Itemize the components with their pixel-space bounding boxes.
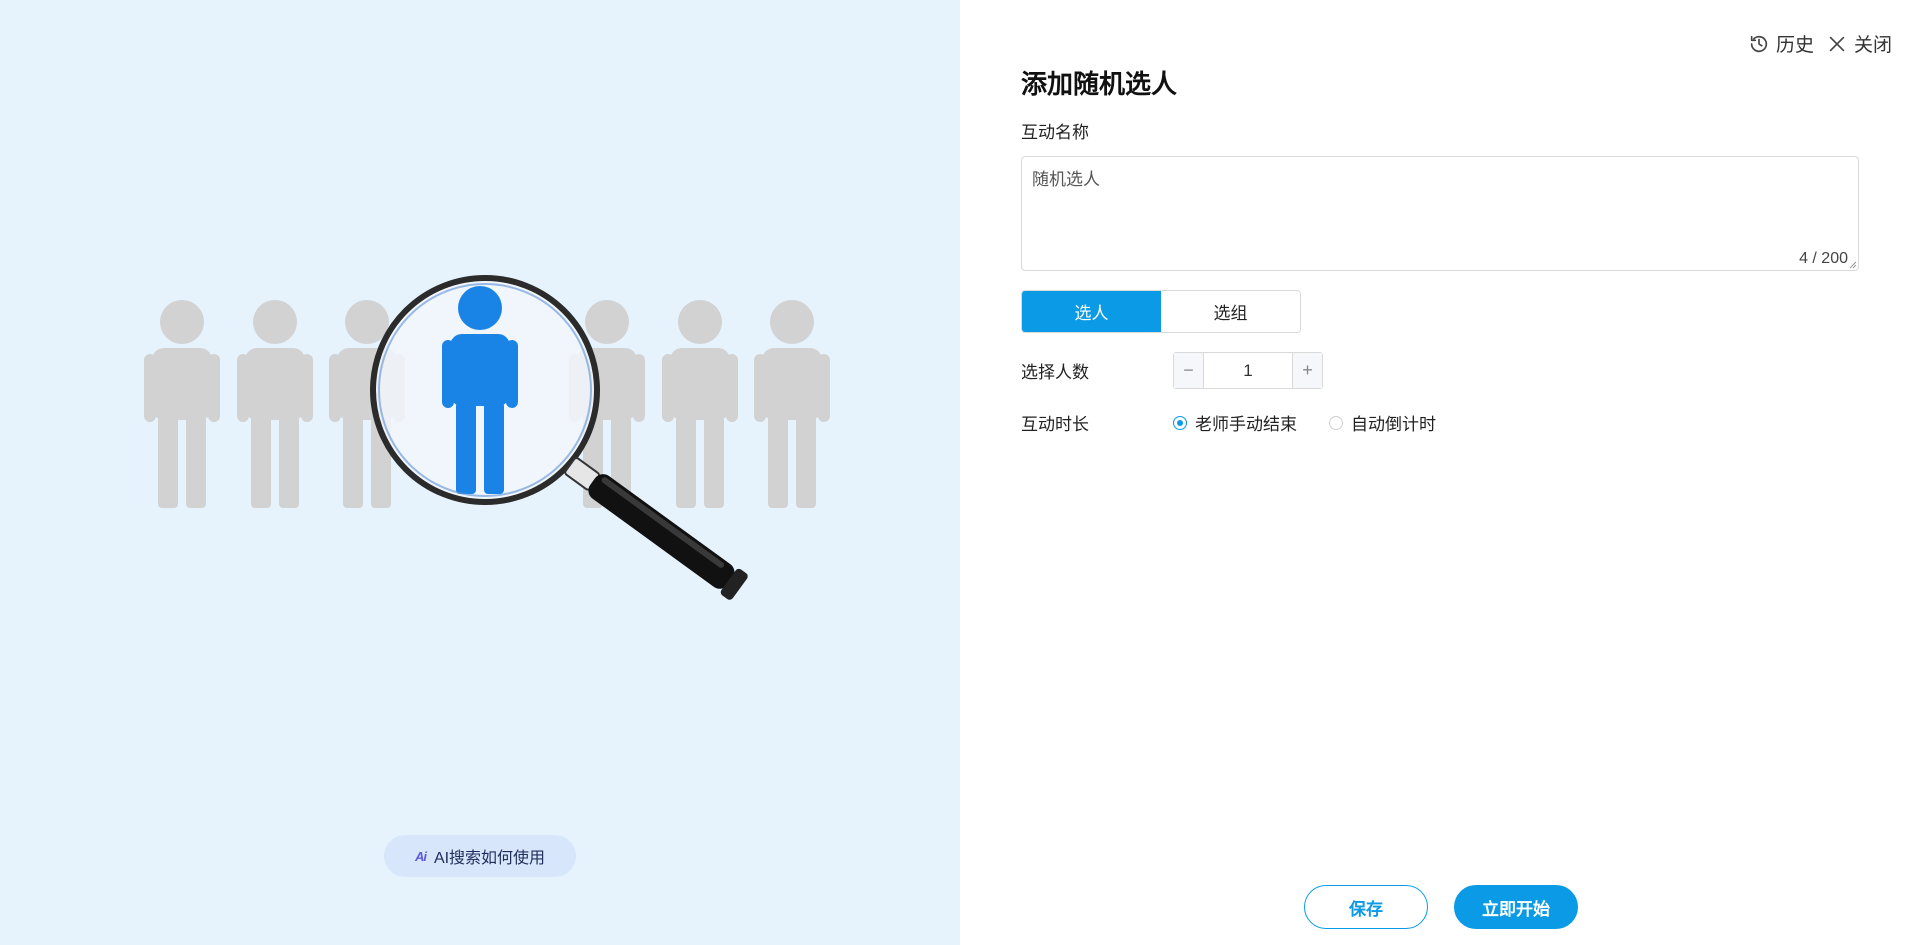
interaction-name-input[interactable]: 随机选人	[1032, 165, 1832, 255]
close-label: 关闭	[1853, 35, 1892, 56]
ai-help-label: AI搜索如何使用	[433, 850, 546, 867]
pick-count-input[interactable]: 1	[1204, 353, 1292, 388]
radio-auto-countdown-label: 自动倒计时	[1351, 415, 1436, 434]
resize-handle-icon[interactable]	[1849, 261, 1857, 269]
duration-label: 互动时长	[1021, 415, 1089, 434]
radio-auto-countdown[interactable]: 自动倒计时	[1329, 410, 1436, 435]
close-button[interactable]: 关闭	[1826, 30, 1892, 57]
radio-manual-end-label: 老师手动结束	[1195, 415, 1297, 434]
mode-tabs: 选人 选组	[1021, 290, 1301, 333]
radio-checked-icon	[1173, 415, 1187, 430]
ai-icon: Ai	[414, 848, 427, 864]
footer-buttons: 保存 立即开始	[1304, 885, 1578, 929]
illustration-panel: Ai AI搜索如何使用	[0, 0, 960, 945]
minus-icon: −	[1183, 360, 1194, 380]
top-actions: 历史 关闭	[1748, 30, 1892, 57]
duration-radio-group: 老师手动结束 自动倒计时	[1173, 410, 1436, 435]
pick-count-stepper: − 1 +	[1173, 352, 1323, 389]
tab-pick-group[interactable]: 选组	[1161, 291, 1300, 332]
start-now-button[interactable]: 立即开始	[1454, 885, 1578, 929]
history-label: 历史	[1775, 35, 1814, 56]
random-pick-illustration	[144, 275, 830, 600]
decrement-button[interactable]: −	[1174, 353, 1204, 388]
page-title: 添加随机选人	[1021, 69, 1178, 99]
interaction-name-label: 互动名称	[1021, 123, 1089, 142]
interaction-name-box: 随机选人 4 / 200	[1021, 156, 1859, 271]
char-count: 4 / 200	[1799, 250, 1848, 267]
plus-icon: +	[1302, 360, 1313, 380]
radio-manual-end[interactable]: 老师手动结束	[1173, 410, 1297, 435]
pick-count-label: 选择人数	[1021, 363, 1089, 382]
history-button[interactable]: 历史	[1748, 30, 1814, 57]
save-button[interactable]: 保存	[1304, 885, 1428, 929]
close-icon	[1829, 36, 1845, 51]
history-icon	[1750, 35, 1768, 52]
form-panel: 历史 关闭 添加随机选人 互动名称 随机选人 4 / 200 选人 选组 选择人…	[960, 0, 1920, 945]
increment-button[interactable]: +	[1292, 353, 1322, 388]
radio-unchecked-icon	[1329, 415, 1343, 430]
ai-help-button[interactable]: Ai AI搜索如何使用	[384, 835, 576, 877]
tab-pick-person[interactable]: 选人	[1022, 291, 1161, 332]
